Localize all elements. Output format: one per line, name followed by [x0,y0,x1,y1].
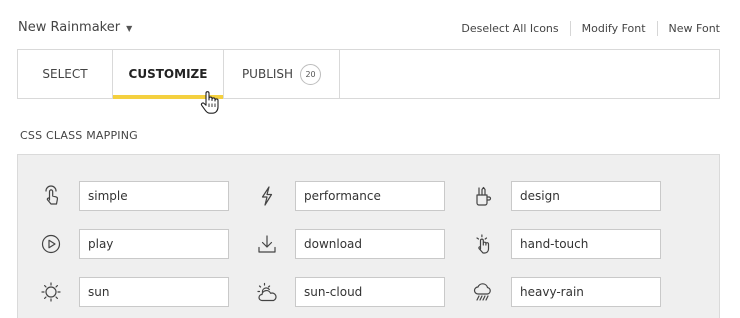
mapping-item [255,229,445,259]
mapping-item [39,181,229,211]
top-actions: Deselect All Icons Modify Font New Font [461,21,720,36]
touch-icon [39,184,63,208]
download-icon [255,232,279,256]
step-tabs: SELECT CUSTOMIZE PUBLISH 20 [17,49,720,99]
sun-icon [39,280,63,304]
heavy-rain-icon [471,280,495,304]
css-class-input-performance[interactable] [295,181,445,211]
css-class-input-sun-cloud[interactable] [295,277,445,307]
css-class-input-design[interactable] [511,181,661,211]
tab-customize-label: CUSTOMIZE [128,67,208,81]
tab-select[interactable]: SELECT [18,50,113,98]
play-icon [39,232,63,256]
css-class-input-simple[interactable] [79,181,229,211]
css-class-input-heavy-rain[interactable] [511,277,661,307]
hand-touch-icon [471,232,495,256]
mapping-item [471,229,661,259]
css-class-input-hand-touch[interactable] [511,229,661,259]
lightning-icon [255,184,279,208]
caret-down-icon: ▼ [126,24,133,33]
mapping-item [255,181,445,211]
sun-cloud-icon [255,280,279,304]
divider [569,21,571,36]
design-tools-icon [471,184,495,208]
top-bar: New Rainmaker ▼ Deselect All Icons Modif… [0,0,740,50]
tab-publish-label: PUBLISH [241,67,294,81]
css-class-mapping-panel [17,154,720,318]
css-class-input-sun[interactable] [79,277,229,307]
font-selector[interactable]: New Rainmaker ▼ [18,20,132,35]
divider [656,21,658,36]
deselect-all-icons-link[interactable]: Deselect All Icons [461,22,558,35]
css-class-input-play[interactable] [79,229,229,259]
tab-publish[interactable]: PUBLISH 20 [224,50,340,98]
mapping-item [471,181,661,211]
section-title: CSS CLASS MAPPING [20,129,138,142]
publish-count-badge: 20 [300,63,322,85]
new-font-link[interactable]: New Font [669,22,720,35]
mapping-item [39,277,229,307]
modify-font-link[interactable]: Modify Font [582,22,646,35]
tab-select-label: SELECT [42,67,88,81]
hand-cursor-icon [200,91,219,114]
font-name: New Rainmaker [18,20,121,35]
mapping-item [39,229,229,259]
mapping-item [471,277,661,307]
mapping-item [255,277,445,307]
css-class-input-download[interactable] [295,229,445,259]
